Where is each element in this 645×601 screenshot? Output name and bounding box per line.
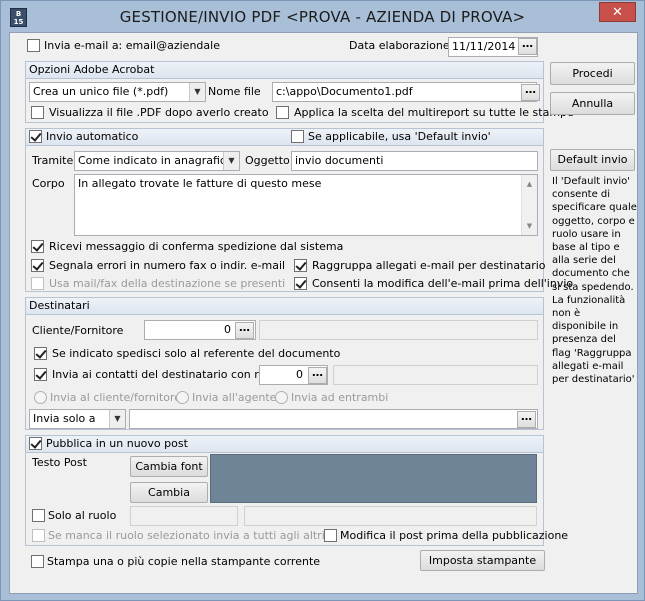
corpo-scrollbar[interactable]: ▲ ▼	[521, 175, 537, 235]
tramite-label: Tramite	[32, 154, 74, 167]
modify-email-checkbox[interactable]	[294, 277, 307, 290]
auto-send-group: Invio automatico Se applicabile, usa 'De…	[25, 128, 573, 292]
radio-agente-label: Invia all'agente	[192, 391, 277, 404]
default-invio-button[interactable]: Default invio	[550, 149, 635, 171]
oggetto-field[interactable]: invio documenti	[291, 151, 538, 171]
corpo-label: Corpo	[32, 177, 65, 190]
change-color-button[interactable]: Cambia colore	[130, 482, 208, 518]
tramite-select[interactable]: Come indicato in anagrafica ▼	[74, 151, 240, 171]
auto-send-checkbox[interactable]	[29, 130, 42, 143]
auto-send-header: Invio automatico Se applicabile, usa 'De…	[26, 129, 543, 146]
radio-entrambi-label: Invia ad entrambi	[291, 391, 389, 404]
filename-label: Nome file	[208, 85, 261, 98]
scroll-down-icon[interactable]: ▼	[524, 219, 535, 233]
invia-solo-field[interactable]	[129, 409, 538, 429]
view-pdf-label: Visualizza il file .PDF dopo averlo crea…	[49, 106, 269, 119]
pdf-mode-value: Crea un unico file (*.pdf)	[33, 85, 169, 98]
invia-solo-browse-button[interactable]: …	[517, 411, 536, 428]
date-label: Data elaborazione	[349, 39, 450, 52]
title-bar: B 15 GESTIONE/INVIO PDF <PROVA - AZIENDA…	[1, 1, 644, 31]
tramite-value: Come indicato in anagrafica	[78, 154, 233, 167]
post-text-area[interactable]	[210, 454, 537, 503]
modify-email-label: Consenti la modifica dell'e-mail prima d…	[312, 277, 574, 290]
send-email-label: Invia e-mail a: email@aziendale	[44, 39, 220, 52]
manca-ruolo-label: Se manca il ruolo selezionato invia a tu…	[48, 529, 325, 542]
cliente-name-field	[259, 320, 538, 340]
recipients-group: Destinatari Cliente/Fornitore 0 … Se ind…	[25, 297, 544, 430]
use-default-checkbox[interactable]	[291, 130, 304, 143]
testo-post-label: Testo Post	[32, 456, 87, 469]
change-font-button[interactable]: Cambia font	[130, 456, 208, 477]
radio-entrambi[interactable]	[275, 391, 288, 404]
date-picker-button[interactable]: …	[518, 38, 537, 55]
stampa-label: Stampa una o più copie nella stampante c…	[47, 555, 321, 568]
referente-label: Se indicato spedisci solo al referente d…	[52, 347, 341, 360]
chevron-down-icon: ▼	[189, 83, 205, 101]
radio-cliente[interactable]	[34, 391, 47, 404]
contatti-checkbox[interactable]	[34, 368, 47, 381]
proceed-button[interactable]: Procedi	[550, 62, 635, 85]
apply-all-label: Applica la scelta del multireport su tut…	[294, 106, 574, 119]
publish-post-label: Pubblica in un nuovo post	[46, 437, 188, 450]
dialog-body: Invia e-mail a: email@aziendale Data ela…	[9, 32, 638, 594]
publish-post-checkbox[interactable]	[29, 437, 42, 450]
manca-ruolo-checkbox[interactable]	[32, 529, 45, 542]
acrobat-header: Opzioni Adobe Acrobat	[26, 62, 543, 79]
chevron-down-icon: ▼	[223, 152, 239, 170]
cliente-browse-button[interactable]: …	[235, 322, 254, 339]
corpo-text: In allegato trovate le fatture di questo…	[78, 177, 322, 190]
modify-post-checkbox[interactable]	[324, 529, 337, 542]
errors-checkbox[interactable]	[31, 259, 44, 272]
chevron-down-icon: ▼	[109, 410, 125, 428]
window: B 15 GESTIONE/INVIO PDF <PROVA - AZIENDA…	[0, 0, 645, 601]
filename-field[interactable]: c:\appo\Documento1.pdf	[272, 82, 537, 102]
invia-solo-value: Invia solo a	[33, 412, 96, 425]
post-ruolo-name-field	[244, 506, 537, 526]
referente-checkbox[interactable]	[34, 347, 47, 360]
acrobat-group: Opzioni Adobe Acrobat Crea un unico file…	[25, 61, 574, 123]
corpo-textarea[interactable]: In allegato trovate le fatture di questo…	[74, 174, 538, 236]
recipients-header-label: Destinatari	[29, 299, 90, 312]
filename-browse-button[interactable]: …	[521, 84, 540, 101]
printer-setup-button[interactable]: Imposta stampante	[420, 550, 545, 571]
help-text: Il 'Default invio' consente di specifica…	[552, 176, 637, 386]
modify-post-label: Modifica il post prima della pubblicazio…	[340, 529, 569, 542]
scroll-up-icon[interactable]: ▲	[524, 177, 535, 191]
use-default-label: Se applicabile, usa 'Default invio'	[308, 130, 491, 143]
solo-ruolo-checkbox[interactable]	[32, 509, 45, 522]
oggetto-label: Oggetto	[245, 154, 290, 167]
acrobat-header-label: Opzioni Adobe Acrobat	[29, 63, 155, 76]
group-attachments-label: Raggruppa allegati e-mail per destinatar…	[312, 259, 546, 272]
post-group: Pubblica in un nuovo post Testo Post Cam…	[25, 435, 568, 546]
contatti-label: Invia ai contatti del destinatario con r…	[52, 368, 283, 381]
receipt-label: Ricevi messaggio di conferma spedizione …	[49, 240, 344, 253]
view-pdf-checkbox[interactable]	[31, 106, 44, 119]
post-ruolo-field	[130, 506, 238, 526]
apply-all-checkbox[interactable]	[276, 106, 289, 119]
pdf-mode-select[interactable]: Crea un unico file (*.pdf) ▼	[29, 82, 206, 102]
recipients-header: Destinatari	[26, 298, 543, 315]
radio-agente[interactable]	[176, 391, 189, 404]
post-header: Pubblica in un nuovo post	[26, 436, 543, 453]
ruolo-name-field	[333, 365, 538, 385]
use-dest-mail-label: Usa mail/fax della destinazione se prese…	[49, 277, 286, 290]
close-button[interactable]: ✕	[599, 2, 636, 22]
use-dest-mail-checkbox[interactable]	[31, 277, 44, 290]
errors-label: Segnala errori in numero fax o indir. e-…	[49, 259, 286, 272]
cliente-label: Cliente/Fornitore	[32, 324, 124, 337]
invia-solo-select[interactable]: Invia solo a ▼	[29, 409, 126, 429]
stampa-checkbox[interactable]	[31, 555, 44, 568]
auto-send-label: Invio automatico	[46, 130, 139, 143]
ruolo-browse-button[interactable]: …	[308, 367, 327, 384]
receipt-checkbox[interactable]	[31, 240, 44, 253]
solo-ruolo-label: Solo al ruolo	[48, 509, 117, 522]
radio-cliente-label: Invia al cliente/fornitore	[50, 391, 182, 404]
send-email-checkbox[interactable]	[27, 39, 40, 52]
window-title: GESTIONE/INVIO PDF <PROVA - AZIENDA DI P…	[119, 8, 526, 26]
group-attachments-checkbox[interactable]	[294, 259, 307, 272]
cancel-button[interactable]: Annulla	[550, 92, 635, 115]
